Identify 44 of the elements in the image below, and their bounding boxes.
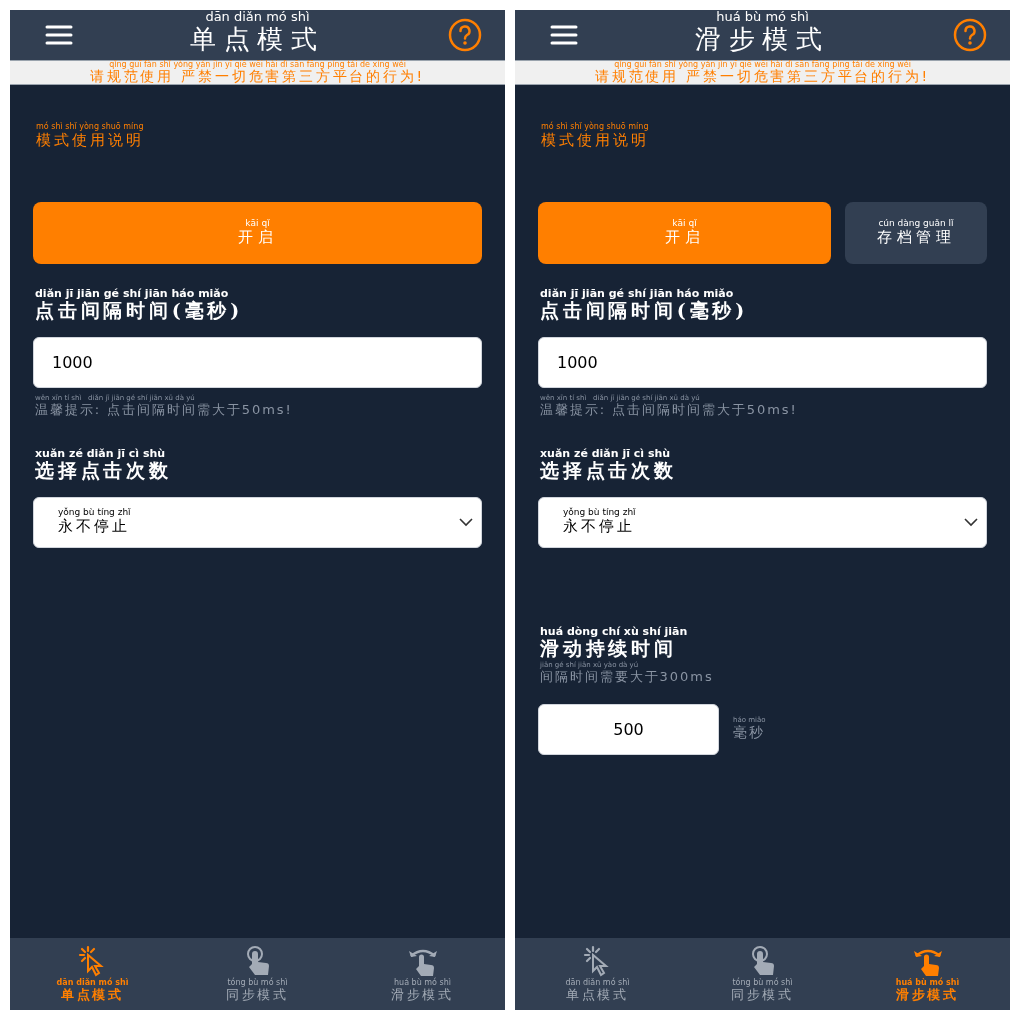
chevron-down-icon	[459, 517, 473, 527]
notice-text: 请规范使用 严禁一切危害第三方平台的行为!	[90, 68, 425, 86]
count-dropdown[interactable]: yǒng bù tíng zhǐ 永不停止	[33, 496, 482, 548]
mode-help-link[interactable]: mó shì shǐ yòng shuō míng 模式使用说明	[36, 123, 144, 150]
archive-button[interactable]: cún dàng guǎn lǐ 存档管理	[845, 201, 987, 264]
pinyin-annotation: xuǎn zé diǎn jī cì shù	[35, 447, 167, 459]
pinyin-annotation: qǐng guī fàn shǐ yòng yán jìn yī qiē wēi hài dì sān fāng píng tái de xíng wéi	[614, 61, 911, 69]
nav-tab[interactable]: huá bù mó shì 滑步模式	[882, 944, 973, 1004]
interval-input[interactable]: 1000	[33, 336, 482, 388]
notice-text: 请规范使用 严禁一切危害第三方平台的行为!	[595, 68, 930, 86]
section-label: 点击间隔时间(毫秒)	[540, 298, 749, 323]
pinyin-annotation: qǐng guī fàn shǐ yòng yán jìn yī qiē wēi hài dì sān fāng píng tái de xíng wéi	[109, 61, 406, 69]
duration-input[interactable]: 500	[538, 703, 719, 755]
help-button[interactable]	[448, 18, 482, 52]
nav-tab[interactable]: tóng bù mó shì 同步模式	[212, 944, 303, 1004]
section-label: 滑动持续时间	[540, 636, 677, 661]
count-dropdown[interactable]: yǒng bù tíng zhǐ 永不停止	[538, 496, 987, 548]
pinyin-annotation: huá dòng chí xù shí jiān	[540, 625, 689, 637]
help-icon	[448, 18, 482, 52]
hint-text: 温馨提示: 点击间隔时间需大于50ms!	[540, 401, 799, 418]
screen-title: 滑步模式	[694, 23, 831, 56]
mode-help-link[interactable]: mó shì shǐ yòng shuō míng 模式使用说明	[541, 123, 649, 150]
pinyin-annotation: diǎn jī jiān gé shí jiān háo miǎo	[540, 287, 735, 299]
menu-icon	[550, 24, 578, 46]
interval-input[interactable]: 1000	[538, 336, 987, 388]
section-label: 选择点击次数	[35, 458, 173, 483]
section-label: 选择点击次数	[540, 458, 678, 483]
hint-text: 间隔时间需要大于300ms	[540, 669, 715, 686]
help-button[interactable]	[953, 18, 987, 52]
nav-tab[interactable]: tóng bù mó shì 同步模式	[717, 944, 808, 1004]
help-icon	[953, 18, 987, 52]
unit-label: 毫秒	[733, 723, 766, 742]
menu-icon	[45, 24, 73, 46]
pinyin-annotation: diǎn jī jiān gé shí jiān háo miǎo	[35, 287, 230, 299]
section-label: 点击间隔时间(毫秒)	[35, 298, 244, 323]
title-pinyin: dān diǎn mó shì	[205, 10, 310, 23]
screen-title: 单点模式	[189, 23, 326, 56]
nav-tab[interactable]: dān diǎn mó shì 单点模式	[552, 944, 643, 1004]
nav-tab[interactable]: huá bù mó shì 滑步模式	[377, 944, 468, 1004]
title-pinyin: huá bù mó shì	[716, 10, 809, 23]
chevron-down-icon	[964, 517, 978, 527]
nav-tab[interactable]: dān diǎn mó shì 单点模式	[47, 944, 138, 1004]
hint-text: 温馨提示: 点击间隔时间需大于50ms!	[35, 401, 294, 418]
pinyin-annotation: xuǎn zé diǎn jī cì shù	[540, 447, 672, 459]
